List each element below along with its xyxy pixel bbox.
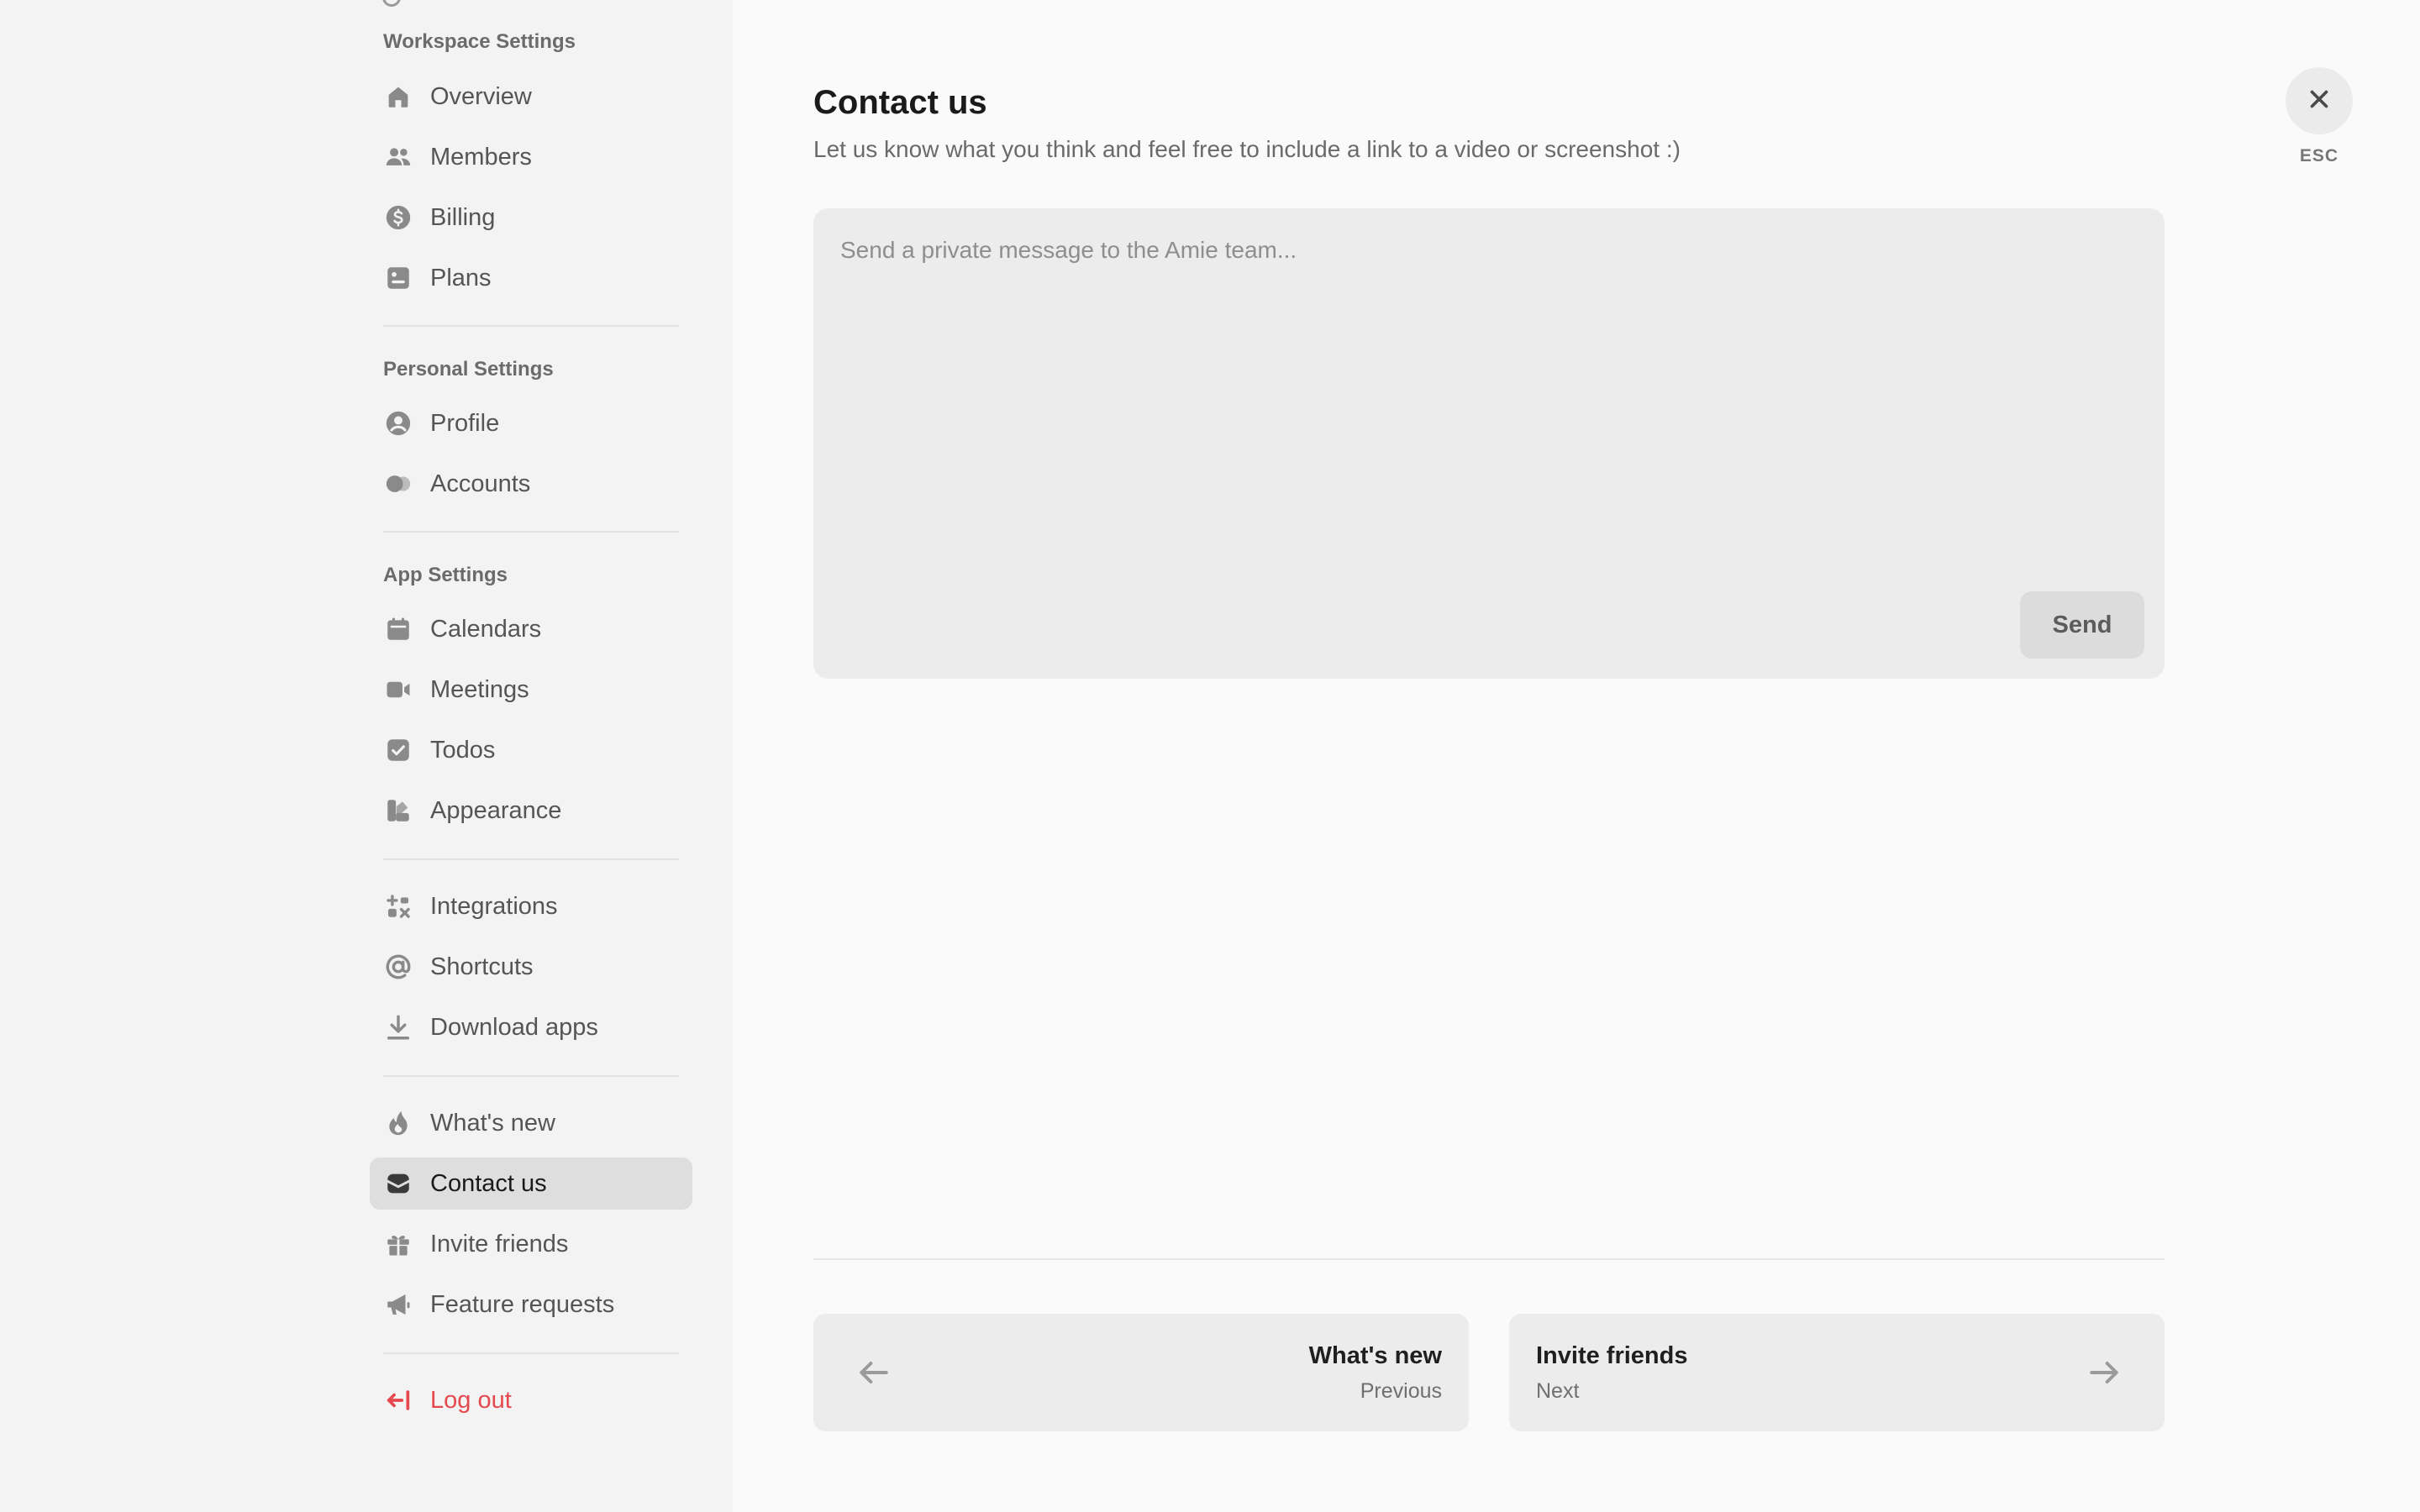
- logout-button[interactable]: Log out: [370, 1374, 692, 1426]
- sidebar-item-integrations[interactable]: Integrations: [370, 880, 692, 932]
- page-title: Contact us: [813, 84, 987, 121]
- home-icon: [383, 81, 413, 112]
- previous-page-button[interactable]: What's new Previous: [813, 1314, 1469, 1431]
- at-icon: [383, 952, 413, 982]
- previous-page-title: What's new: [1308, 1342, 1442, 1369]
- sidebar-item-label: Contact us: [430, 1169, 547, 1197]
- integrations-icon: [383, 891, 413, 921]
- send-button[interactable]: Send: [2020, 591, 2144, 659]
- close-icon: [2305, 85, 2333, 118]
- sidebar-item-label: Members: [430, 143, 532, 171]
- section-label-app: App Settings: [383, 564, 508, 586]
- sidebar-item-download-apps[interactable]: Download apps: [370, 1001, 692, 1053]
- sidebar-item-label: Integrations: [430, 892, 558, 920]
- mail-icon: [383, 1168, 413, 1199]
- sidebar-item-label: Calendars: [430, 615, 542, 643]
- sidebar-item-label: Billing: [430, 203, 496, 231]
- scrolled-item-icon: [382, 0, 401, 7]
- next-page-title: Invite friends: [1536, 1342, 1688, 1369]
- section-label-workspace: Workspace Settings: [383, 30, 576, 53]
- palette-icon: [383, 795, 413, 826]
- close-button[interactable]: [2286, 67, 2353, 134]
- accounts-icon: [383, 469, 413, 499]
- sidebar-item-label: Profile: [430, 409, 500, 437]
- download-icon: [383, 1012, 413, 1042]
- footer-divider: [813, 1258, 2165, 1260]
- dollar-icon: [383, 202, 413, 233]
- sidebar-item-members[interactable]: Members: [370, 131, 692, 183]
- sidebar-divider: [383, 1352, 679, 1354]
- esc-hint: ESC: [2299, 146, 2339, 165]
- sidebar-divider: [383, 325, 679, 327]
- sidebar-item-label: Shortcuts: [430, 953, 534, 980]
- sidebar-item-contact-us[interactable]: Contact us: [370, 1158, 692, 1210]
- flame-icon: [383, 1108, 413, 1138]
- page-subtitle: Let us know what you think and feel free…: [813, 136, 1681, 162]
- sidebar-item-shortcuts[interactable]: Shortcuts: [370, 941, 692, 993]
- sidebar-item-billing[interactable]: Billing: [370, 192, 692, 244]
- users-icon: [383, 142, 413, 172]
- sidebar-item-todos[interactable]: Todos: [370, 724, 692, 776]
- logout-icon: [383, 1385, 413, 1415]
- arrow-right-icon: [2086, 1354, 2123, 1391]
- sidebar-item-label: Overview: [430, 82, 532, 110]
- message-container: Send: [813, 208, 2165, 679]
- previous-page-label: Previous: [1360, 1379, 1442, 1403]
- user-circle-icon: [383, 408, 413, 438]
- sidebar-item-invite-friends[interactable]: Invite friends: [370, 1218, 692, 1270]
- message-input[interactable]: [813, 208, 2165, 679]
- sidebar-item-label: Feature requests: [430, 1290, 615, 1318]
- sidebar-item-plans[interactable]: Plans: [370, 252, 692, 304]
- section-label-personal: Personal Settings: [383, 358, 554, 381]
- sidebar-item-feature-requests[interactable]: Feature requests: [370, 1278, 692, 1331]
- sidebar-item-meetings[interactable]: Meetings: [370, 664, 692, 716]
- sidebar-item-label: Meetings: [430, 675, 529, 703]
- arrow-left-icon: [855, 1354, 892, 1391]
- sidebar-item-label: What's new: [430, 1109, 555, 1137]
- calendar-icon: [383, 614, 413, 644]
- sidebar-divider: [383, 858, 679, 860]
- sidebar-item-label: Accounts: [430, 470, 531, 497]
- sidebar-item-appearance[interactable]: Appearance: [370, 785, 692, 837]
- next-page-label: Next: [1536, 1379, 1580, 1403]
- plans-icon: [383, 263, 413, 293]
- logout-label: Log out: [430, 1386, 512, 1414]
- sidebar-item-label: Invite friends: [430, 1230, 569, 1257]
- sidebar-divider: [383, 1075, 679, 1077]
- sidebar-divider: [383, 531, 679, 533]
- sidebar-item-overview[interactable]: Overview: [370, 71, 692, 123]
- sidebar-item-label: Appearance: [430, 796, 562, 824]
- sidebar: Workspace Settings Overview Members Bill…: [0, 0, 733, 1512]
- megaphone-icon: [383, 1289, 413, 1320]
- gift-icon: [383, 1229, 413, 1259]
- sidebar-item-calendars[interactable]: Calendars: [370, 603, 692, 655]
- video-icon: [383, 675, 413, 705]
- sidebar-item-accounts[interactable]: Accounts: [370, 458, 692, 510]
- sidebar-item-label: Plans: [430, 264, 492, 291]
- sidebar-item-label: Todos: [430, 736, 496, 764]
- sidebar-item-whats-new[interactable]: What's new: [370, 1097, 692, 1149]
- check-icon: [383, 735, 413, 765]
- sidebar-item-label: Download apps: [430, 1013, 598, 1041]
- sidebar-item-profile[interactable]: Profile: [370, 397, 692, 449]
- next-page-button[interactable]: Invite friends Next: [1509, 1314, 2165, 1431]
